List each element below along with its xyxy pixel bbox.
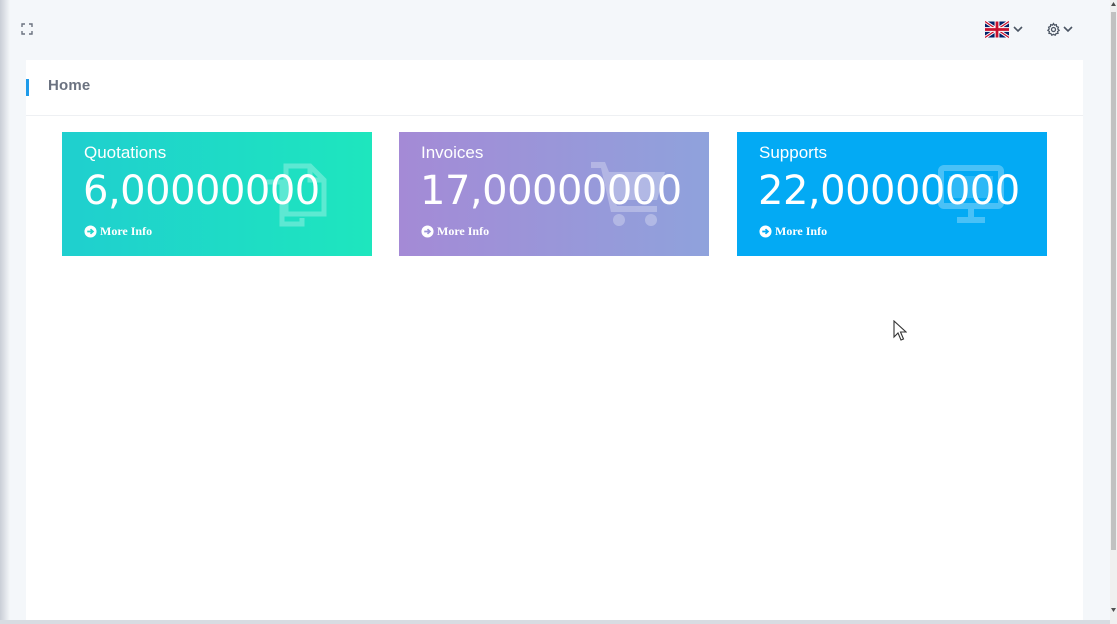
left-edge-shadow [0,0,10,624]
stat-value: 22,00000000 [758,168,1020,214]
stat-value: 17,00000000 [420,168,682,214]
stat-value: 6,00000000 [83,168,320,214]
scroll-down-arrow-icon[interactable] [1110,606,1117,614]
language-dropdown[interactable] [985,19,1025,39]
stat-label: Supports [759,143,828,162]
more-info-label: More Info [437,224,490,238]
stat-label: Quotations [84,143,167,162]
settings-dropdown[interactable] [1046,19,1076,39]
more-info-link[interactable]: More Info [421,224,489,239]
more-info-label: More Info [100,224,153,238]
stat-box-supports: Supports 22,00000000 More Info [737,132,1047,256]
arrow-circle-right-icon [421,225,434,238]
stat-label: Invoices [421,143,484,162]
arrow-circle-right-icon [759,225,772,238]
header-accent-bar [26,79,29,96]
page-title: Home [48,77,91,94]
page-header: Home [26,60,1083,116]
fullscreen-button[interactable] [20,21,34,35]
arrow-circle-right-icon [84,225,97,238]
gear-icon [1046,21,1061,36]
uk-flag-icon [985,20,1009,38]
more-info-link[interactable]: More Info [759,224,827,239]
content-panel: Home Quotations 6,00000000 More Info Inv… [26,60,1083,620]
chevron-down-icon [1013,26,1023,33]
fullscreen-icon [21,23,33,35]
bottom-border [0,620,1110,624]
top-navbar [0,0,1110,58]
stat-box-quotations: Quotations 6,00000000 More Info [62,132,372,256]
more-info-link[interactable]: More Info [84,224,152,239]
mouse-cursor-icon [893,320,907,341]
scroll-up-arrow-icon[interactable] [1110,0,1117,8]
stat-box-invoices: Invoices 17,00000000 More Info [399,132,709,256]
more-info-label: More Info [775,224,828,238]
scrollbar-thumb[interactable] [1111,12,1116,550]
chevron-down-icon [1063,26,1073,33]
